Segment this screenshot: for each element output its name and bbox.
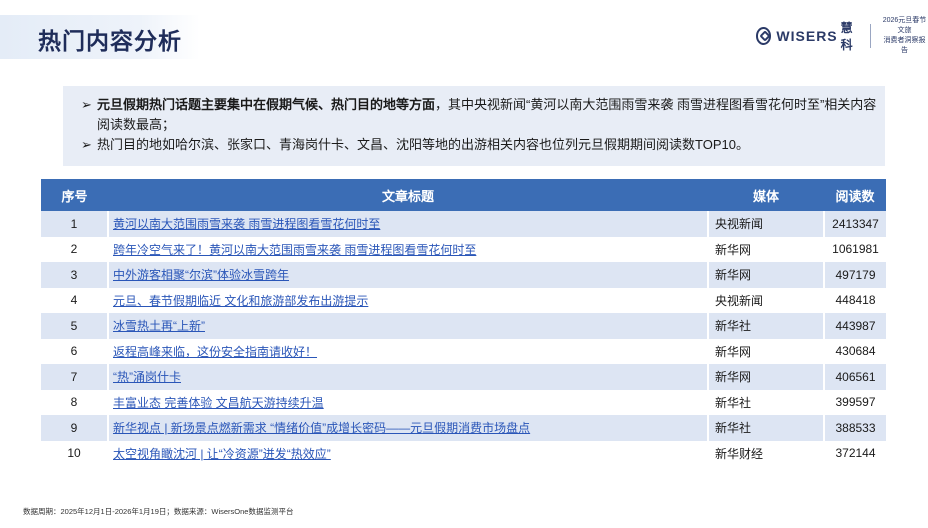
table-row: 3 中外游客相聚“尔滨”体验冰雪跨年 新华网 497179 [41,262,886,288]
row-media: 新华财经 [707,440,824,466]
header-media: 媒体 [708,179,824,211]
table-header-row: 序号 文章标题 媒体 阅读数 [41,179,886,211]
table-row: 9 新华视点 | 新场景点燃新需求 “情绪价值”成增长密码——元旦假期消费市场盘… [41,415,886,441]
row-reads: 406561 [823,364,886,390]
row-no: 6 [41,338,108,364]
row-media: 新华网 [707,338,824,364]
table-row: 5 冰雪热土再“上新” 新华社 443987 [41,313,886,339]
table-row: 8 丰富业态 完善体验 文昌航天游持续升温 新华社 399597 [41,389,886,415]
article-link[interactable]: 跨年冷空气来了！黄河以南大范围雨雪来袭 雨雪进程图看雪花何时至 [113,243,476,257]
wisers-logo-icon [756,27,772,45]
row-no: 9 [41,415,108,441]
row-reads: 1061981 [823,236,886,262]
row-no: 5 [41,313,108,339]
row-reads: 399597 [823,389,886,415]
row-reads: 2413347 [823,211,886,237]
arrow-bullet-icon: ➢ [81,137,92,152]
row-reads: 388533 [823,415,886,441]
article-link[interactable]: 丰富业态 完善体验 文昌航天游持续升温 [113,396,324,410]
row-no: 10 [41,440,108,466]
row-media: 新华社 [707,389,824,415]
summary-box: ➢ 元旦假期热门话题主要集中在假期气候、热门目的地等方面，其中央视新闻“黄河以南… [63,86,885,166]
article-link[interactable]: 返程高峰来临，这份安全指南请收好！ [113,345,317,359]
top-articles-table: 序号 文章标题 媒体 阅读数 1 黄河以南大范围雨雪来袭 雨雪进程图看雪花何时至… [41,179,886,466]
footer-note: 数据周期：2025年12月1日-2026年1月19日；数据来源：WisersOn… [23,507,294,516]
header-no: 序号 [41,179,108,211]
row-media: 央视新闻 [707,211,824,237]
arrow-bullet-icon: ➢ [81,97,92,112]
article-link[interactable]: 中外游客相聚“尔滨”体验冰雪跨年 [113,268,289,282]
article-link[interactable]: 元旦、春节假期临近 文化和旅游部发布出游提示 [113,294,368,308]
row-no: 4 [41,287,108,313]
table-row: 7 “热”涌岗什卡 新华网 406561 [41,364,886,390]
row-media: 新华网 [707,236,824,262]
wisers-logo: WISERS 慧科 2026元旦春节文旅 消费者洞察报告 [756,16,928,56]
table-row: 4 元旦、春节假期临近 文化和旅游部发布出游提示 央视新闻 448418 [41,287,886,313]
article-link[interactable]: 新华视点 | 新场景点燃新需求 “情绪价值”成增长密码——元旦假期消费市场盘点 [113,421,530,435]
row-no: 3 [41,262,108,288]
table-row: 1 黄河以南大范围雨雪来袭 雨雪进程图看雪花何时至 央视新闻 2413347 [41,211,886,237]
logo-cn: 慧科 [840,21,853,52]
row-reads: 448418 [823,287,886,313]
row-reads: 443987 [823,313,886,339]
logo-divider [870,24,872,48]
row-no: 7 [41,364,108,390]
row-no: 1 [41,211,108,237]
article-link[interactable]: 黄河以南大范围雨雪来袭 雨雪进程图看雪花何时至 [113,217,380,231]
row-reads: 497179 [823,262,886,288]
table-row: 2 跨年冷空气来了！黄河以南大范围雨雪来袭 雨雪进程图看雪花何时至 新华网 10… [41,236,886,262]
row-media: 新华社 [707,415,824,441]
table-row: 6 返程高峰来临，这份安全指南请收好！ 新华网 430684 [41,338,886,364]
article-link[interactable]: 太空视角瞰沈河 | 让“冷资源”迸发“热效应” [113,447,331,461]
row-media: 央视新闻 [707,287,824,313]
bullet2-text: 热门目的地如哈尔滨、张家口、青海岗什卡、文昌、沈阳等地的出游相关内容也位列元旦假… [97,137,749,152]
bullet1-bold-text: 元旦假期热门话题主要集中在假期气候、热门目的地等方面 [97,97,436,112]
row-media: 新华网 [707,262,824,288]
row-no: 2 [41,236,108,262]
report-tag-line1: 2026元旦春节文旅 [882,17,927,34]
header-title: 文章标题 [108,179,708,211]
report-tag: 2026元旦春节文旅 消费者洞察报告 [881,16,928,56]
table-row: 10 太空视角瞰沈河 | 让“冷资源”迸发“热效应” 新华财经 372144 [41,440,886,466]
row-reads: 372144 [823,440,886,466]
report-tag-line2: 消费者洞察报告 [883,37,926,54]
article-link[interactable]: “热”涌岗什卡 [113,370,181,384]
row-media: 新华社 [707,313,824,339]
row-media: 新华网 [707,364,824,390]
row-reads: 430684 [823,338,886,364]
page-title: 热门内容分析 [38,28,182,54]
row-no: 8 [41,389,108,415]
logo-text: WISERS [776,28,838,44]
header-reads: 阅读数 [824,179,886,211]
article-link[interactable]: 冰雪热土再“上新” [113,319,205,333]
